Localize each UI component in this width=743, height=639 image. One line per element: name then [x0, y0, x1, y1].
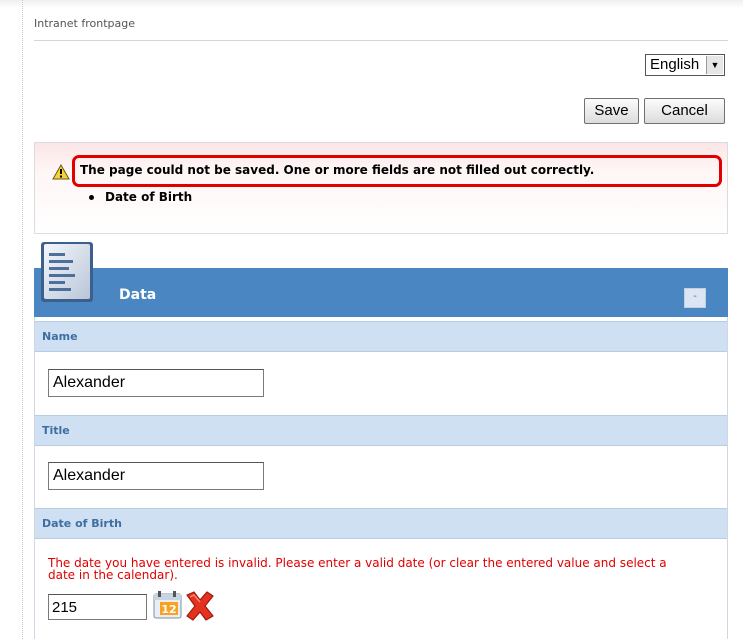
- breadcrumb-divider: [34, 40, 728, 41]
- validation-summary: The page could not be saved. One or more…: [34, 142, 728, 234]
- name-input[interactable]: Alexander: [48, 369, 264, 397]
- calendar-icon[interactable]: 12: [153, 591, 183, 619]
- bullet-icon: [89, 195, 94, 200]
- top-shade: [0, 0, 743, 8]
- title-label: Title: [42, 424, 70, 437]
- name-label: Name: [42, 330, 78, 343]
- calendar-day: 12: [161, 603, 176, 616]
- chevron-down-icon[interactable]: ▼: [706, 56, 723, 74]
- dob-input[interactable]: 215: [48, 594, 147, 620]
- panel-header: Data -: [34, 268, 728, 317]
- left-divider: [22, 0, 23, 639]
- validation-message: The page could not be saved. One or more…: [80, 163, 595, 177]
- language-select[interactable]: English ▼: [645, 54, 725, 76]
- panel-title: Data: [119, 287, 157, 303]
- validation-item-label: Date of Birth: [105, 190, 193, 204]
- language-select-value: English: [650, 56, 700, 73]
- dob-label: Date of Birth: [42, 517, 122, 530]
- save-button[interactable]: Save: [584, 98, 639, 124]
- document-icon: [41, 242, 93, 302]
- dob-error-message: The date you have entered is invalid. Pl…: [48, 556, 667, 582]
- collapse-button[interactable]: -: [684, 288, 706, 308]
- field-header-dob: Date of Birth: [35, 508, 727, 539]
- field-header-title: Title: [35, 415, 727, 446]
- title-input[interactable]: Alexander: [48, 462, 264, 490]
- clear-icon[interactable]: [182, 589, 217, 623]
- cancel-button[interactable]: Cancel: [644, 98, 725, 124]
- warning-icon: [52, 164, 70, 180]
- field-header-name: Name: [35, 321, 727, 352]
- breadcrumb[interactable]: Intranet frontpage: [34, 17, 135, 30]
